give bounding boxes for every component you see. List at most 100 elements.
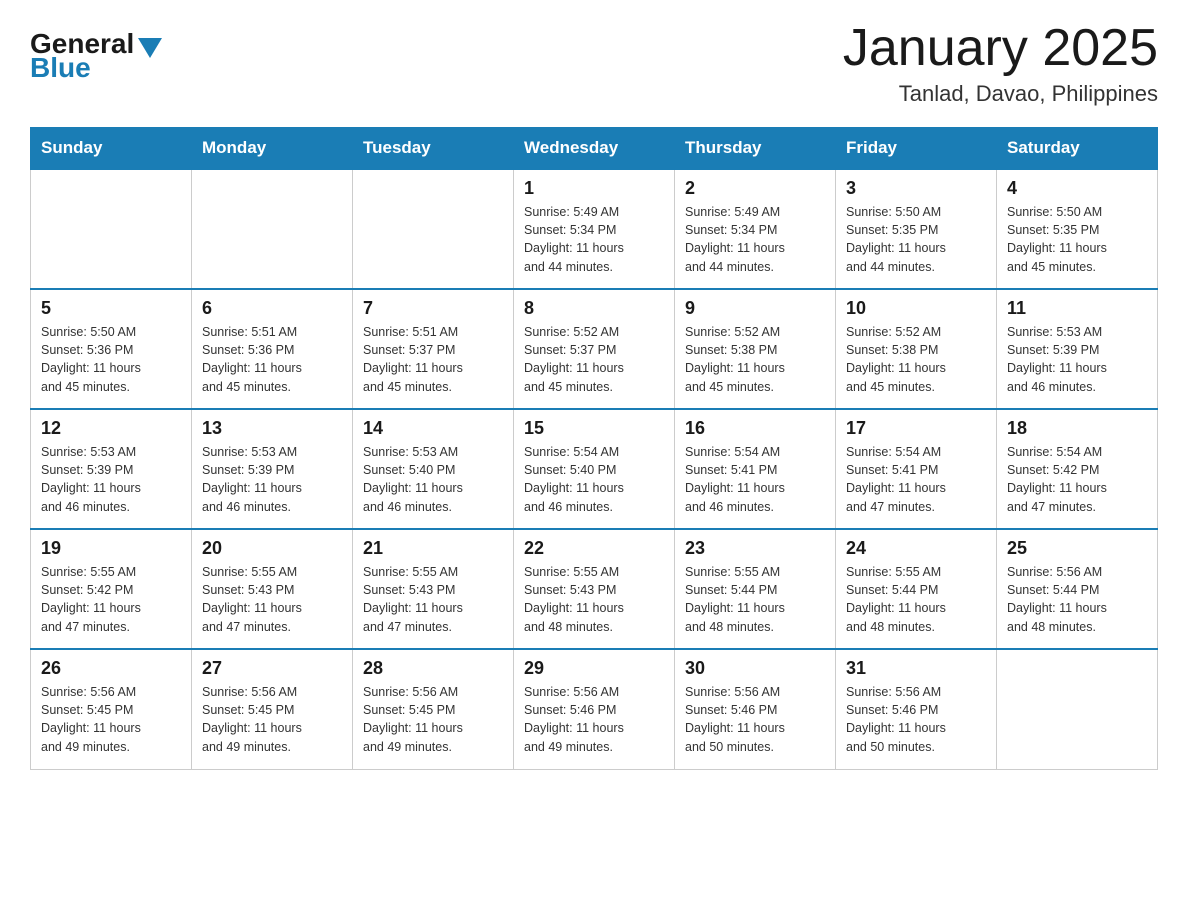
day-number: 1: [524, 178, 664, 199]
header-sunday: Sunday: [31, 128, 192, 170]
day-number: 26: [41, 658, 181, 679]
calendar-cell: 27 Sunrise: 5:56 AMSunset: 5:45 PMDayligh…: [192, 649, 353, 769]
calendar-cell: 16 Sunrise: 5:54 AMSunset: 5:41 PMDayligh…: [675, 409, 836, 529]
day-info: Sunrise: 5:49 AMSunset: 5:34 PMDaylight:…: [524, 203, 664, 276]
calendar-cell: 3 Sunrise: 5:50 AMSunset: 5:35 PMDaylight…: [836, 169, 997, 289]
page-header: General Blue January 2025 Tanlad, Davao,…: [30, 20, 1158, 107]
week-row-4: 19Sunrise: 5:55 AMSunset: 5:42 PMDayligh…: [31, 529, 1158, 649]
day-info: Sunrise: 5:55 AMSunset: 5:43 PMDaylight:…: [363, 563, 503, 636]
day-info: Sunrise: 5:56 AMSunset: 5:45 PMDaylight:…: [363, 683, 503, 756]
day-info: Sunrise: 5:54 AMSunset: 5:42 PMDaylight:…: [1007, 443, 1147, 516]
day-number: 21: [363, 538, 503, 559]
day-number: 23: [685, 538, 825, 559]
calendar-cell: 9 Sunrise: 5:52 AMSunset: 5:38 PMDaylight…: [675, 289, 836, 409]
day-number: 11: [1007, 298, 1147, 319]
day-info: Sunrise: 5:56 AMSunset: 5:46 PMDaylight:…: [685, 683, 825, 756]
day-number: 2: [685, 178, 825, 199]
header-row: Sunday Monday Tuesday Wednesday Thursday…: [31, 128, 1158, 170]
calendar-cell: 15Sunrise: 5:54 AMSunset: 5:40 PMDayligh…: [514, 409, 675, 529]
calendar-cell: 1 Sunrise: 5:49 AMSunset: 5:34 PMDaylight…: [514, 169, 675, 289]
calendar-cell: 12 Sunrise: 5:53 AMSunset: 5:39 PMDayligh…: [31, 409, 192, 529]
day-info: Sunrise: 5:51 AMSunset: 5:36 PMDaylight:…: [202, 323, 342, 396]
day-number: 24: [846, 538, 986, 559]
day-info: Sunrise: 5:53 AMSunset: 5:39 PMDaylight:…: [202, 443, 342, 516]
calendar-cell: 28Sunrise: 5:56 AMSunset: 5:45 PMDayligh…: [353, 649, 514, 769]
header-tuesday: Tuesday: [353, 128, 514, 170]
day-number: 5: [41, 298, 181, 319]
day-info: Sunrise: 5:55 AMSunset: 5:44 PMDaylight:…: [685, 563, 825, 636]
day-info: Sunrise: 5:51 AMSunset: 5:37 PMDaylight:…: [363, 323, 503, 396]
day-info: Sunrise: 5:50 AMSunset: 5:35 PMDaylight:…: [846, 203, 986, 276]
calendar-cell: 7 Sunrise: 5:51 AMSunset: 5:37 PMDaylight…: [353, 289, 514, 409]
day-info: Sunrise: 5:55 AMSunset: 5:44 PMDaylight:…: [846, 563, 986, 636]
week-row-2: 5 Sunrise: 5:50 AMSunset: 5:36 PMDaylight…: [31, 289, 1158, 409]
day-info: Sunrise: 5:56 AMSunset: 5:46 PMDaylight:…: [524, 683, 664, 756]
day-number: 3: [846, 178, 986, 199]
week-row-1: 1 Sunrise: 5:49 AMSunset: 5:34 PMDaylight…: [31, 169, 1158, 289]
calendar-cell: 22 Sunrise: 5:55 AMSunset: 5:43 PMDayligh…: [514, 529, 675, 649]
calendar-cell: 4 Sunrise: 5:50 AMSunset: 5:35 PMDaylight…: [997, 169, 1158, 289]
day-info: Sunrise: 5:54 AMSunset: 5:41 PMDaylight:…: [685, 443, 825, 516]
calendar-cell: 26 Sunrise: 5:56 AMSunset: 5:45 PMDayligh…: [31, 649, 192, 769]
day-info: Sunrise: 5:54 AMSunset: 5:40 PMDaylight:…: [524, 443, 664, 516]
week-row-5: 26 Sunrise: 5:56 AMSunset: 5:45 PMDayligh…: [31, 649, 1158, 769]
calendar-cell: [31, 169, 192, 289]
title-block: January 2025 Tanlad, Davao, Philippines: [843, 20, 1158, 107]
day-number: 27: [202, 658, 342, 679]
calendar-cell: 2 Sunrise: 5:49 AMSunset: 5:34 PMDaylight…: [675, 169, 836, 289]
day-info: Sunrise: 5:52 AMSunset: 5:37 PMDaylight:…: [524, 323, 664, 396]
day-info: Sunrise: 5:56 AMSunset: 5:45 PMDaylight:…: [41, 683, 181, 756]
day-info: Sunrise: 5:53 AMSunset: 5:39 PMDaylight:…: [1007, 323, 1147, 396]
day-info: Sunrise: 5:50 AMSunset: 5:36 PMDaylight:…: [41, 323, 181, 396]
calendar-cell: 11 Sunrise: 5:53 AMSunset: 5:39 PMDayligh…: [997, 289, 1158, 409]
day-number: 12: [41, 418, 181, 439]
day-number: 18: [1007, 418, 1147, 439]
logo-triangle-icon: [138, 38, 162, 58]
day-info: Sunrise: 5:50 AMSunset: 5:35 PMDaylight:…: [1007, 203, 1147, 276]
calendar-cell: 18 Sunrise: 5:54 AMSunset: 5:42 PMDayligh…: [997, 409, 1158, 529]
location-title: Tanlad, Davao, Philippines: [843, 81, 1158, 107]
calendar-cell: 20 Sunrise: 5:55 AMSunset: 5:43 PMDayligh…: [192, 529, 353, 649]
day-number: 17: [846, 418, 986, 439]
calendar-cell: 25Sunrise: 5:56 AMSunset: 5:44 PMDayligh…: [997, 529, 1158, 649]
calendar-cell: 6Sunrise: 5:51 AMSunset: 5:36 PMDaylight…: [192, 289, 353, 409]
day-info: Sunrise: 5:53 AMSunset: 5:39 PMDaylight:…: [41, 443, 181, 516]
calendar-cell: [997, 649, 1158, 769]
day-number: 8: [524, 298, 664, 319]
calendar-cell: [192, 169, 353, 289]
day-number: 29: [524, 658, 664, 679]
calendar-cell: 23 Sunrise: 5:55 AMSunset: 5:44 PMDayligh…: [675, 529, 836, 649]
day-number: 9: [685, 298, 825, 319]
day-info: Sunrise: 5:56 AMSunset: 5:45 PMDaylight:…: [202, 683, 342, 756]
calendar-cell: 17 Sunrise: 5:54 AMSunset: 5:41 PMDayligh…: [836, 409, 997, 529]
day-info: Sunrise: 5:56 AMSunset: 5:44 PMDaylight:…: [1007, 563, 1147, 636]
day-number: 14: [363, 418, 503, 439]
day-info: Sunrise: 5:54 AMSunset: 5:41 PMDaylight:…: [846, 443, 986, 516]
header-thursday: Thursday: [675, 128, 836, 170]
calendar-cell: 5 Sunrise: 5:50 AMSunset: 5:36 PMDaylight…: [31, 289, 192, 409]
day-number: 7: [363, 298, 503, 319]
day-number: 30: [685, 658, 825, 679]
header-wednesday: Wednesday: [514, 128, 675, 170]
day-info: Sunrise: 5:55 AMSunset: 5:43 PMDaylight:…: [524, 563, 664, 636]
day-number: 20: [202, 538, 342, 559]
calendar-cell: 30 Sunrise: 5:56 AMSunset: 5:46 PMDayligh…: [675, 649, 836, 769]
day-info: Sunrise: 5:55 AMSunset: 5:43 PMDaylight:…: [202, 563, 342, 636]
day-number: 19: [41, 538, 181, 559]
day-number: 31: [846, 658, 986, 679]
logo-blue-text: Blue: [30, 54, 162, 82]
calendar-cell: 24 Sunrise: 5:55 AMSunset: 5:44 PMDayligh…: [836, 529, 997, 649]
day-number: 4: [1007, 178, 1147, 199]
calendar-cell: 19Sunrise: 5:55 AMSunset: 5:42 PMDayligh…: [31, 529, 192, 649]
calendar-table: Sunday Monday Tuesday Wednesday Thursday…: [30, 127, 1158, 770]
day-info: Sunrise: 5:49 AMSunset: 5:34 PMDaylight:…: [685, 203, 825, 276]
header-saturday: Saturday: [997, 128, 1158, 170]
logo: General Blue: [30, 20, 162, 82]
calendar-cell: 8 Sunrise: 5:52 AMSunset: 5:37 PMDaylight…: [514, 289, 675, 409]
day-info: Sunrise: 5:53 AMSunset: 5:40 PMDaylight:…: [363, 443, 503, 516]
day-number: 22: [524, 538, 664, 559]
day-number: 16: [685, 418, 825, 439]
day-number: 10: [846, 298, 986, 319]
calendar-cell: 10Sunrise: 5:52 AMSunset: 5:38 PMDayligh…: [836, 289, 997, 409]
day-info: Sunrise: 5:52 AMSunset: 5:38 PMDaylight:…: [685, 323, 825, 396]
